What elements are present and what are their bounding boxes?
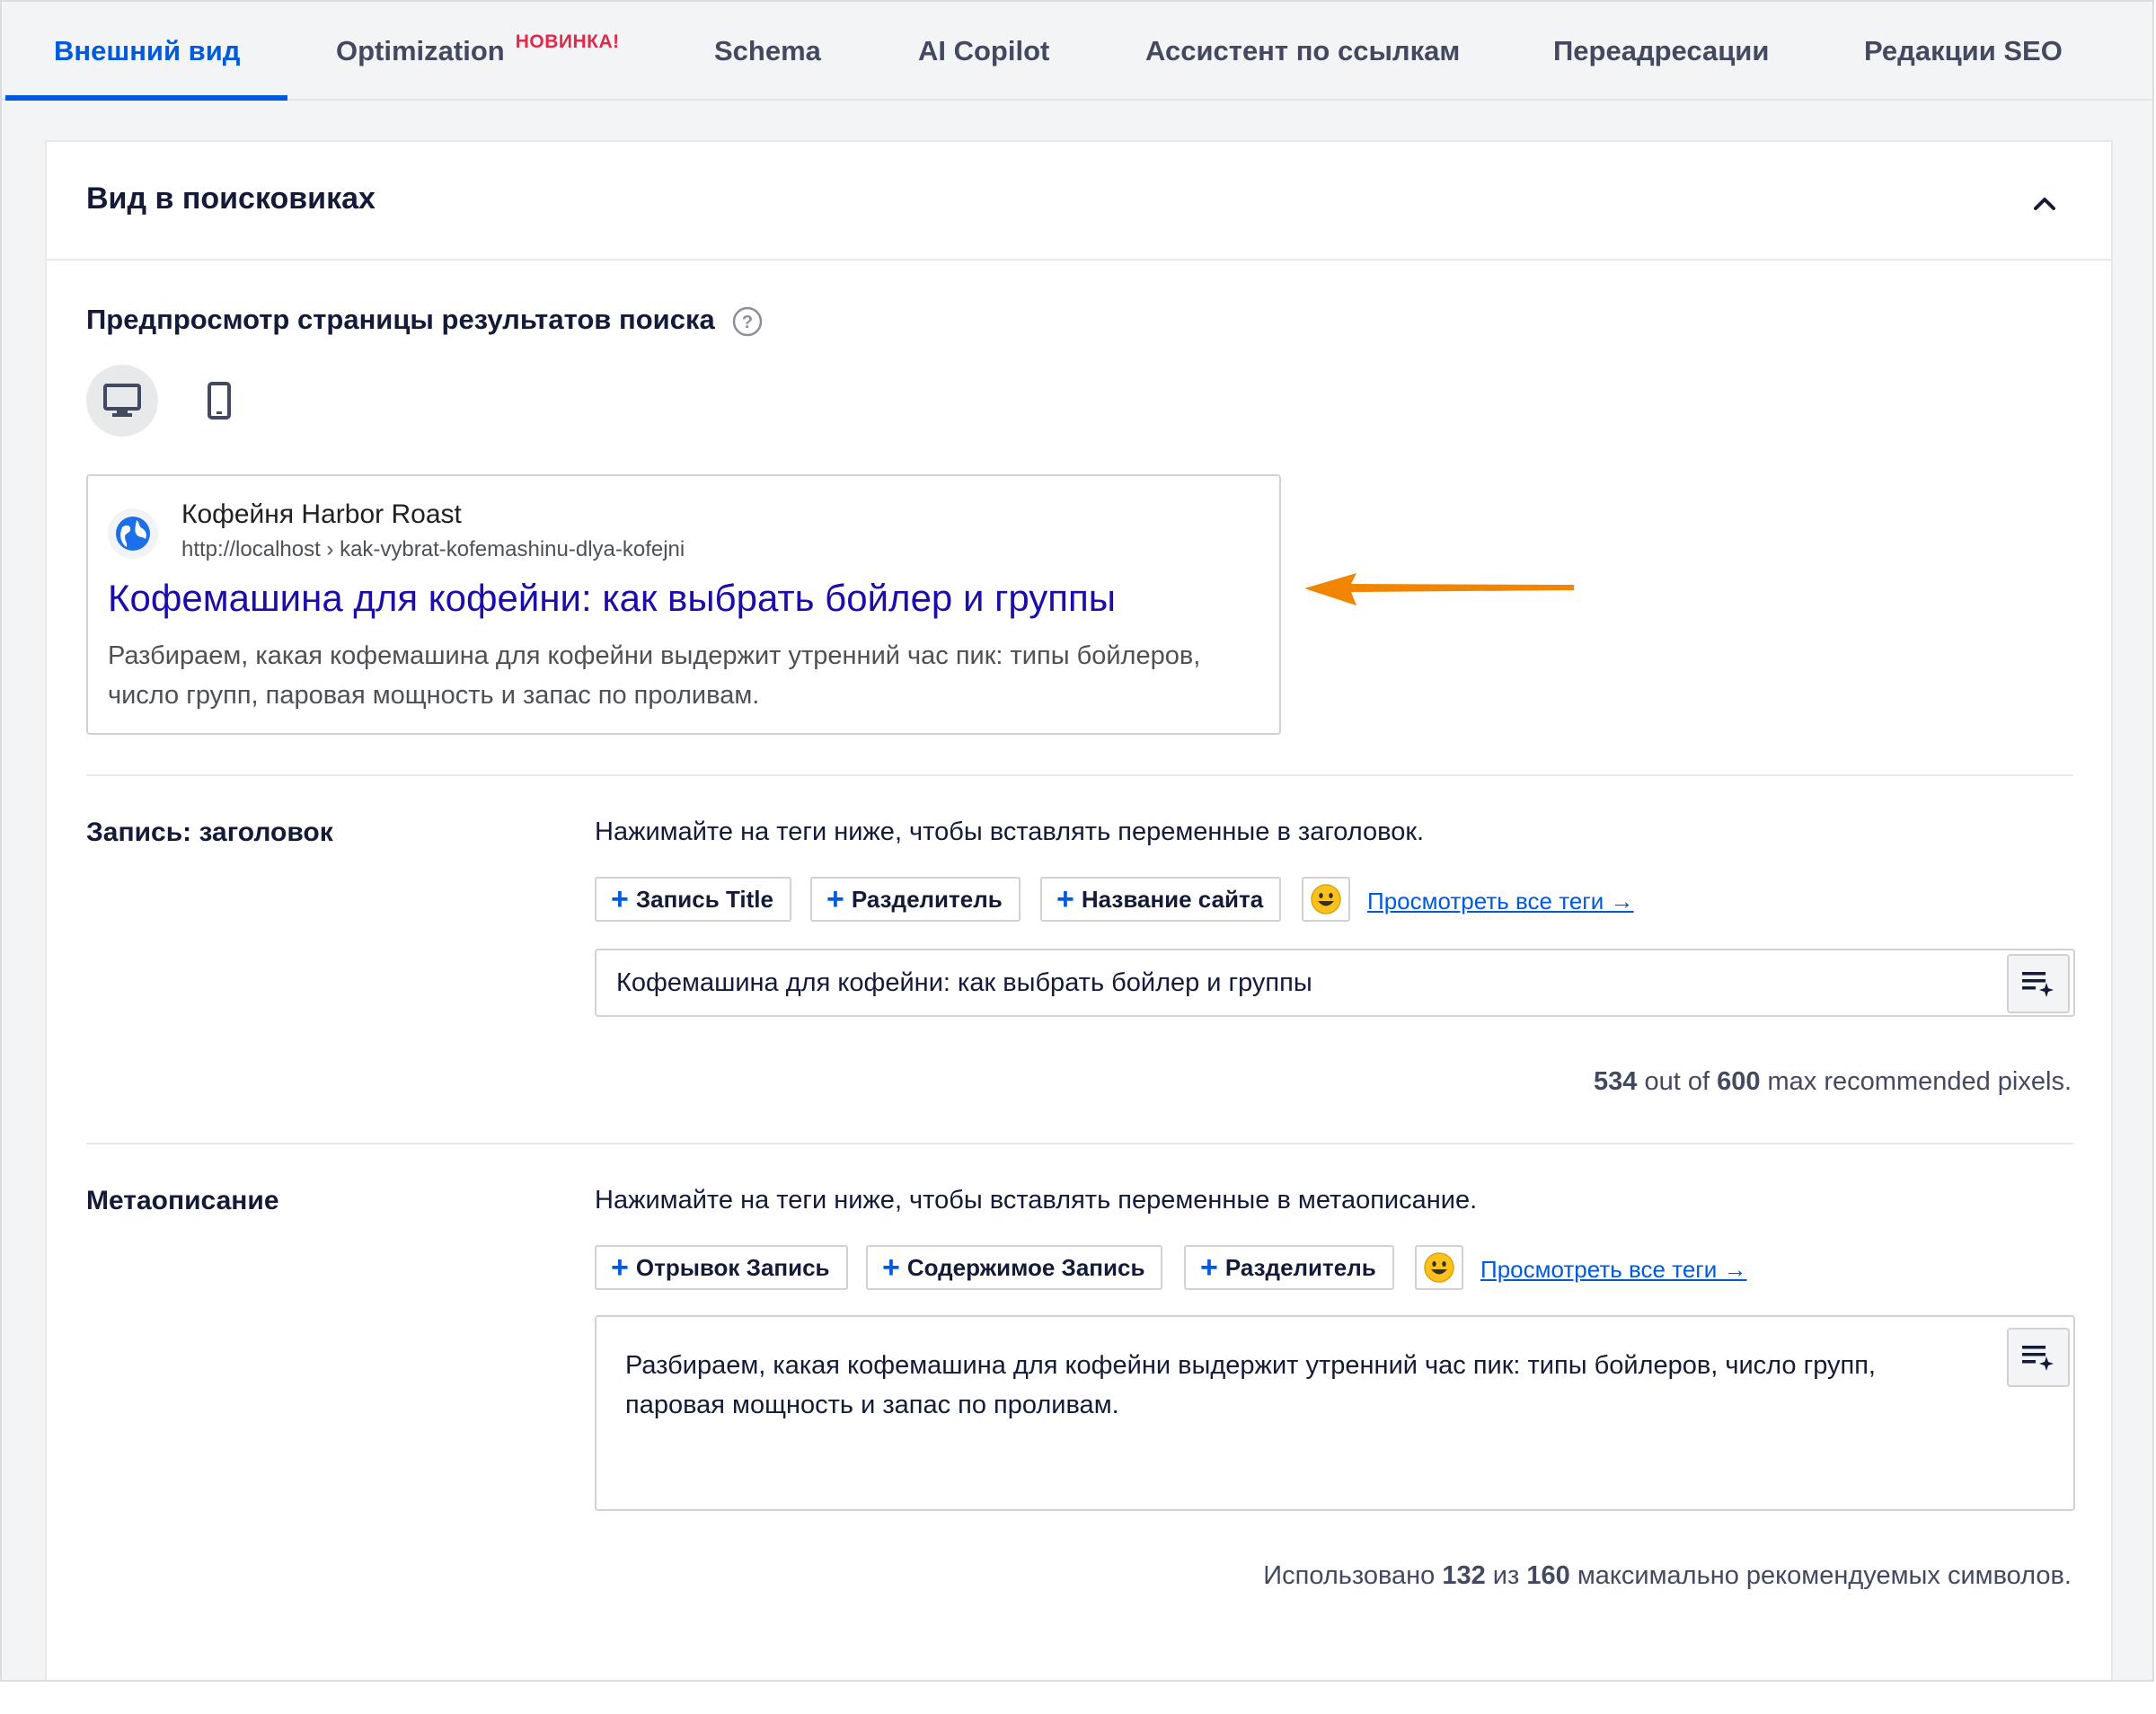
counter-text: из [1485,1561,1527,1590]
ai-sparkle-list-icon [2022,972,2054,997]
desktop-icon [103,384,141,417]
search-appearance-panel: Вид в поисковиках Предпросмотр страницы … [45,140,2113,1680]
view-all-tags-link[interactable]: Просмотреть все теги → [1480,1256,1747,1284]
tab-optimization[interactable]: Optimization НОВИНКА! [336,2,620,101]
help-icon[interactable]: ? [731,305,764,338]
plus-icon: + [826,882,844,916]
title-pixel-counter: 534 out of 600 max recommended pixels. [1594,1067,2072,1097]
counter-text: max recommended pixels. [1760,1067,2072,1096]
mobile-icon [208,382,231,420]
ai-generate-title-button[interactable] [2007,954,2070,1013]
tag-separator-button[interactable]: + Разделитель [810,877,1021,922]
smiley-icon [1311,884,1341,914]
tab-label: Ассистент по ссылкам [1145,35,1461,66]
plus-icon: + [1200,1250,1218,1285]
tab-link-assistant[interactable]: Ассистент по ссылкам [1145,2,1460,101]
smiley-icon [1424,1252,1454,1283]
new-badge: НОВИНКА! [515,31,620,52]
panel-title: Вид в поисковиках [86,181,376,216]
description-char-counter: Использовано 132 из 160 максимально реко… [1263,1561,2072,1591]
emoji-picker-button[interactable] [1415,1245,1463,1290]
tab-label: Optimization [336,35,505,66]
tag-label: Отрывок Запись [635,1253,830,1281]
tag-label: Разделитель [1224,1253,1376,1281]
mobile-preview-button[interactable] [183,365,255,437]
tab-label: AI Copilot [918,35,1050,66]
tab-schema[interactable]: Schema [714,2,821,101]
annotation-arrow-icon [1304,573,1574,605]
tab-appearance[interactable]: Внешний вид [54,2,240,101]
tab-label: Внешний вид [54,35,241,66]
plus-icon: + [611,882,629,916]
chevron-up-icon[interactable] [2027,185,2063,221]
svg-text:?: ? [742,313,753,332]
tag-site-name-button[interactable]: + Название сайта [1040,877,1282,922]
tag-post-content-button[interactable]: + Содержимое Запись [866,1245,1163,1290]
ai-sparkle-list-icon [2022,1346,2054,1371]
tag-post-excerpt-button[interactable]: + Отрывок Запись [595,1245,848,1290]
tag-separator-button[interactable]: + Разделитель [1184,1245,1394,1290]
desktop-preview-button[interactable] [86,365,158,437]
counter-text: out of [1637,1067,1718,1096]
counter-max: 600 [1717,1067,1761,1096]
tab-label: Редакции SEO [1864,35,2063,66]
ai-generate-description-button[interactable] [2007,1328,2070,1387]
plus-icon: + [882,1250,900,1285]
emoji-picker-button[interactable] [1302,877,1350,922]
active-tab-indicator [5,95,287,101]
tag-label: Содержимое Запись [906,1253,1145,1281]
globe-icon [116,517,150,551]
post-title-hint: Нажимайте на теги ниже, чтобы вставлять … [595,817,1425,846]
serp-preview: Кофейня Harbor Roast http://localhost › … [86,474,1281,735]
tag-label: Разделитель [851,885,1003,913]
tab-label: Schema [714,35,821,66]
panel-header[interactable]: Вид в поисковиках [47,142,2111,261]
serp-title[interactable]: Кофемашина для кофейни: как выбрать бойл… [108,577,1116,620]
counter-max: 160 [1526,1561,1570,1590]
plus-icon: + [1056,882,1074,916]
preview-label: Предпросмотр страницы результатов поиска [86,304,715,335]
serp-url: http://localhost › kak-vybrat-kofemashin… [181,537,685,561]
meta-description-label: Метаописание [86,1186,279,1215]
view-all-tags-link[interactable]: Просмотреть все теги → [1367,888,1634,915]
serp-site-name: Кофейня Harbor Roast [181,499,462,529]
tab-label: Переадресации [1553,35,1770,66]
tag-post-title-button[interactable]: + Запись Title [595,877,791,922]
counter-text: максимально рекомендуемых символов. [1569,1561,2072,1590]
counter-text: Использовано [1263,1561,1443,1590]
meta-description-value: Разбираем, какая кофемашина для кофейни … [625,1351,1876,1419]
counter-used: 132 [1442,1561,1486,1590]
tag-label: Запись Title [635,885,773,913]
tab-redirects[interactable]: Переадресации [1553,2,1769,101]
post-title-input[interactable]: Кофемашина для кофейни: как выбрать бойл… [595,949,2075,1017]
tab-ai-copilot[interactable]: AI Copilot [918,2,1049,101]
site-favicon [108,508,158,559]
serp-description: Разбираем, какая кофемашина для кофейни … [108,641,1201,710]
meta-description-textarea[interactable]: Разбираем, какая кофемашина для кофейни … [595,1315,2075,1511]
plus-icon: + [611,1250,629,1285]
divider [86,774,2073,776]
post-title-value: Кофемашина для кофейни: как выбрать бойл… [616,968,1312,997]
post-title-label: Запись: заголовок [86,817,333,847]
seo-settings-frame: Внешний вид Optimization НОВИНКА! Schema… [0,0,2154,1682]
tag-label: Название сайта [1081,885,1264,913]
tab-seo-revisions[interactable]: Редакции SEO [1864,2,2063,101]
counter-used: 534 [1594,1067,1638,1096]
tab-bar: Внешний вид Optimization НОВИНКА! Schema… [2,2,2152,101]
divider [86,1143,2073,1144]
meta-description-hint: Нажимайте на теги ниже, чтобы вставлять … [595,1186,1478,1215]
